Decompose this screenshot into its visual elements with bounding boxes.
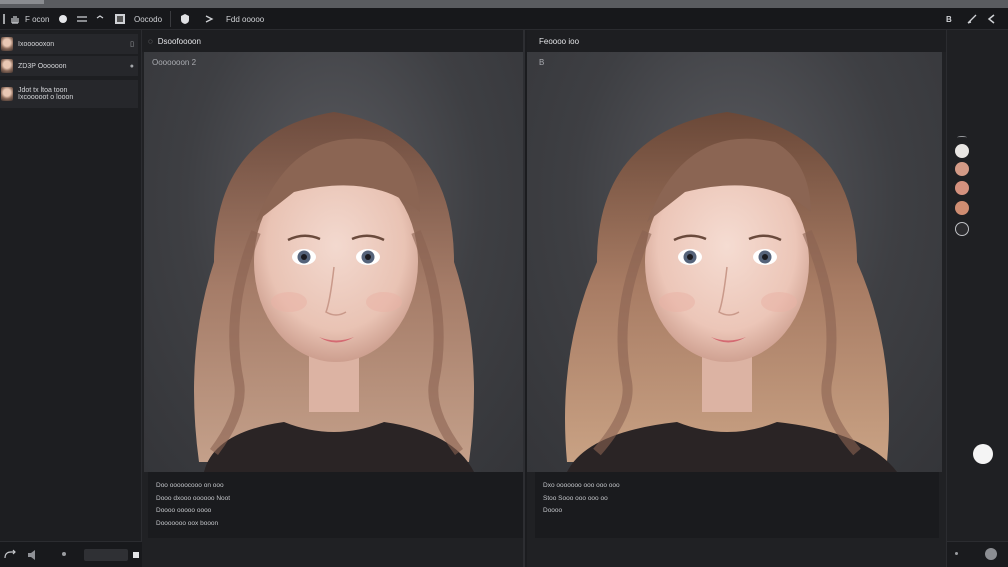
right-panel-header: Feoooo ioo: [527, 30, 946, 52]
pen-tool-icon[interactable]: [966, 11, 978, 27]
info-line: Doooo ooooo oooo: [156, 507, 212, 514]
bold-toggle[interactable]: B: [946, 11, 952, 27]
layer-item[interactable]: ZD3P Oooooon ●: [0, 56, 138, 76]
info-line: Dooo dxooo oooooo Noot: [156, 494, 231, 502]
layer-item[interactable]: Jdot tx ltoa toon Ixcooooot o looon: [0, 80, 138, 108]
right-compare-panel: Feoooo ioo B Dxo ooooooo ooo ooo ooo Sto…: [527, 30, 946, 567]
swatch-arc-icon: [957, 136, 967, 139]
shield-icon[interactable]: [180, 11, 190, 27]
collapse-icon[interactable]: [96, 11, 104, 27]
right-info-box: Dxo ooooooo ooo ooo ooo Stoo Sooo ooo oo…: [535, 472, 939, 538]
left-image-canvas[interactable]: Ooooooon 2: [144, 52, 523, 472]
layer-label-line1: Jdot tx ltoa toon: [18, 87, 68, 94]
layer-lock-icon[interactable]: ▯: [130, 40, 134, 48]
left-info-box: Doo ooooocooo on ooo Dooo dxooo oooooo N…: [148, 472, 523, 538]
mode-label[interactable]: Oocodo: [134, 11, 162, 27]
dot-indicator: [955, 552, 958, 555]
left-panel-header: ◌ Dsoofoooon: [142, 30, 523, 52]
color-swatch[interactable]: [955, 144, 969, 158]
info-line: Doo ooooocooo on ooo: [156, 482, 224, 489]
arrow-right-icon[interactable]: [204, 11, 214, 27]
dot-indicator: [62, 552, 66, 556]
layer-thumbnail: [1, 59, 13, 73]
file-menu-label[interactable]: F ocon: [25, 11, 49, 27]
stop-icon[interactable]: [133, 552, 139, 558]
portrait-image: [565, 112, 897, 472]
color-swatch[interactable]: [955, 162, 969, 176]
right-panel-title: Feoooo ioo: [539, 36, 580, 46]
menu-lines-icon[interactable]: [76, 11, 88, 27]
portrait-image: [194, 112, 474, 472]
color-sidebar-footer: [947, 541, 1008, 567]
toolbar-divider: [170, 11, 171, 27]
info-line: Dxo ooooooo ooo ooo ooo: [543, 482, 620, 489]
right-canvas-label: B: [539, 58, 545, 67]
path-label[interactable]: Fdd ooooo: [226, 11, 264, 27]
image-square-icon[interactable]: [114, 11, 126, 27]
record-icon[interactable]: [58, 11, 68, 27]
layer-thumbnail: [1, 37, 13, 51]
right-image-canvas[interactable]: B: [527, 52, 942, 472]
color-sidebar: [946, 30, 1008, 567]
layer-visibility-icon[interactable]: ●: [130, 63, 134, 70]
layer-label: Ixoooooxon: [18, 40, 55, 48]
color-swatch[interactable]: [955, 181, 969, 195]
rotate-icon[interactable]: [3, 549, 17, 564]
speaker-icon[interactable]: [26, 549, 38, 564]
info-line: Stoo Sooo ooo ooo oo: [543, 494, 608, 502]
left-canvas-label: Ooooooon 2: [152, 58, 197, 67]
hand-tool-icon[interactable]: [9, 11, 21, 27]
chevron-left-icon[interactable]: [986, 11, 996, 27]
layer-label: ZD3P Oooooon: [18, 62, 67, 70]
info-line: Dooooooo oox booon: [156, 519, 219, 527]
layers-sidebar: Ixoooooxon ▯ ZD3P Oooooon ● Jdot tx ltoa…: [0, 30, 142, 567]
main-toolbar: F ocon Oocodo Fdd ooooo B: [0, 8, 1008, 30]
layer-thumbnail: [1, 87, 13, 101]
window-top-strip: [0, 0, 1008, 8]
color-swatch[interactable]: [955, 201, 969, 215]
color-swatch[interactable]: [955, 222, 969, 236]
left-panel-title: Dsoofoooon: [157, 36, 201, 46]
active-window-tab[interactable]: [0, 0, 44, 4]
scroll-knob[interactable]: [985, 548, 997, 560]
panel-circle-icon: ◌: [148, 36, 153, 46]
zoom-field[interactable]: [84, 549, 128, 561]
sidebar-footer: [0, 541, 142, 567]
info-line: Doooo: [543, 507, 563, 514]
left-compare-panel: ◌ Dsoofoooon Ooooooon 2 Doo ooooocooo on…: [142, 30, 525, 567]
layer-label-line2: Ixcooooot o looon: [18, 94, 74, 101]
brush-size-slider-knob[interactable]: [973, 444, 993, 464]
layer-item[interactable]: Ixoooooxon ▯: [0, 34, 138, 54]
